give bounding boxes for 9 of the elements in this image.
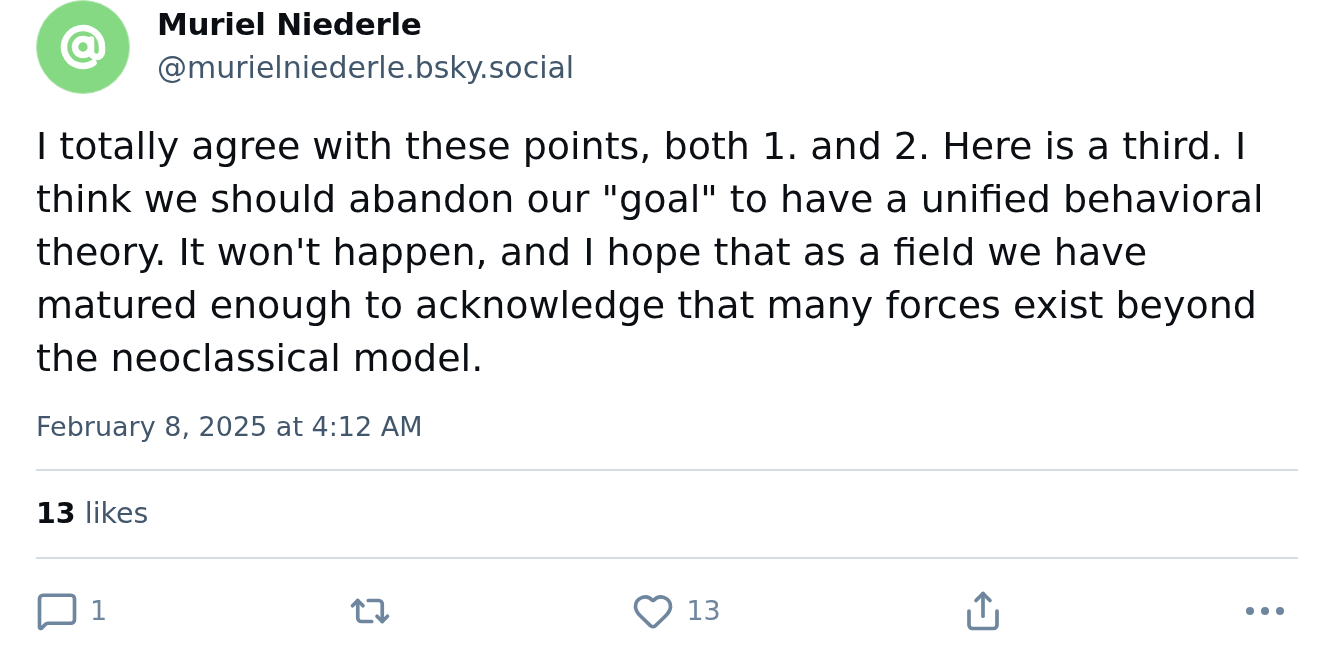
likes-count[interactable]: 13 likes bbox=[36, 497, 149, 531]
more-icon bbox=[1246, 607, 1284, 615]
speech-bubble-icon bbox=[36, 590, 78, 632]
author-handle[interactable]: @murielniederle.bsky.social bbox=[157, 50, 575, 86]
post-text: I totally agree with these points, both 1. and 2. Here is a third. I think we should abandon our "goal" to have a unified behavioral theory. It won't happen, and I hope that as a field we have matured enough to acknowledge that many forces exist beyond the neoclassical model. bbox=[36, 123, 1265, 382]
reply-button[interactable]: 1 bbox=[36, 590, 108, 632]
author-name[interactable]: Muriel Niederle bbox=[157, 5, 575, 43]
like-button[interactable]: 13 bbox=[632, 590, 721, 632]
post-timestamp: February 8, 2025 at 4:12 AM bbox=[36, 411, 423, 443]
